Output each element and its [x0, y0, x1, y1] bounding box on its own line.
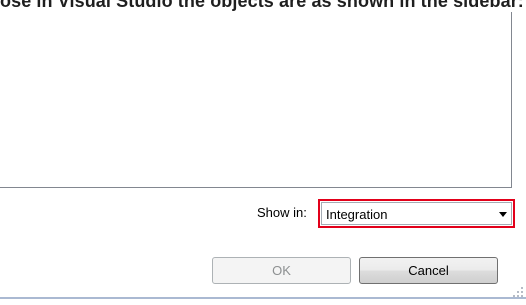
chevron-down-icon[interactable] — [499, 212, 507, 217]
show-in-selected-value: Integration — [326, 207, 388, 222]
window-bottom-border — [0, 297, 526, 299]
show-in-label: Show in: — [257, 205, 307, 220]
show-in-dropdown[interactable]: Integration — [318, 199, 515, 228]
show-in-combo-box[interactable]: Integration — [321, 202, 512, 225]
resize-grip-icon[interactable] — [513, 287, 523, 297]
cancel-button[interactable]: Cancel — [359, 257, 498, 284]
objects-list-panel[interactable] — [0, 12, 512, 188]
ok-button[interactable]: OK — [212, 257, 351, 284]
